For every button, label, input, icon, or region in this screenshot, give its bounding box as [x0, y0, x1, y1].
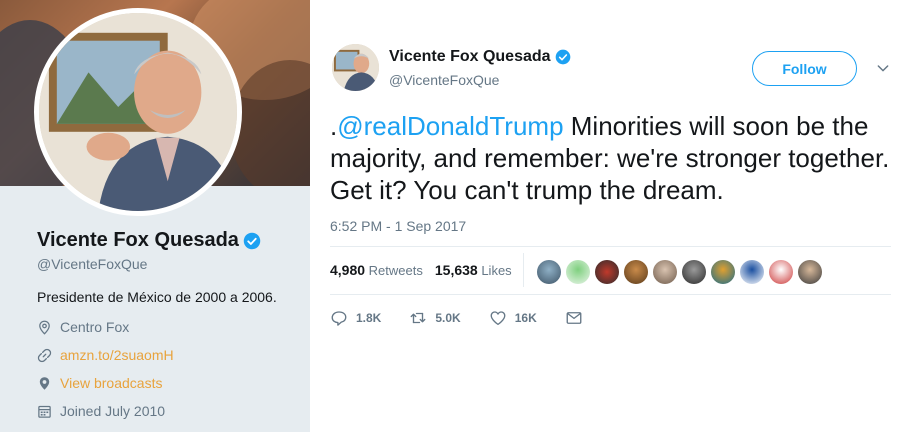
divider — [330, 246, 891, 247]
location-icon — [39, 320, 50, 335]
liker-avatars — [537, 260, 822, 284]
profile-joined: Joined July 2010 — [60, 403, 166, 419]
tweet-actions: 1.8K 5.0K 16K — [330, 309, 611, 327]
tweet-stats: 4,980 Retweets 15,638 Likes — [330, 262, 524, 278]
profile-location-row: Centro Fox — [37, 319, 129, 335]
tweet-text: .@realDonaldTrump Minorities will soon b… — [330, 110, 890, 206]
liker-avatar[interactable] — [537, 260, 561, 284]
profile-name-row: Vicente Fox Quesada — [37, 229, 261, 252]
liker-avatar[interactable] — [566, 260, 590, 284]
direct-message-button[interactable] — [565, 309, 583, 327]
calendar-icon — [38, 405, 51, 418]
reply-button[interactable]: 1.8K — [330, 309, 381, 327]
liker-avatar[interactable] — [740, 260, 764, 284]
liker-avatar[interactable] — [624, 260, 648, 284]
retweets-count: 4,980 — [330, 262, 366, 278]
profile-name[interactable]: Vicente Fox Quesada — [37, 229, 239, 252]
retweet-count: 5.0K — [435, 311, 461, 325]
tweet-timestamp[interactable]: 6:52 PM - 1 Sep 2017 — [330, 218, 466, 234]
liker-avatar[interactable] — [798, 260, 822, 284]
profile-card: Vicente Fox Quesada @VicenteFoxQue Presi… — [0, 0, 310, 432]
verified-icon — [243, 232, 261, 249]
liker-avatar[interactable] — [653, 260, 677, 284]
likes-stat[interactable]: 15,638 Likes — [435, 262, 512, 278]
reply-icon — [331, 311, 347, 326]
retweet-icon — [410, 312, 426, 324]
tweet-author-name-row: Vicente Fox Quesada — [389, 48, 571, 66]
divider — [330, 294, 891, 295]
liker-avatar[interactable] — [682, 260, 706, 284]
profile-joined-row: Joined July 2010 — [37, 403, 165, 419]
stats-separator — [523, 253, 524, 287]
liker-avatar[interactable] — [711, 260, 735, 284]
follow-button[interactable]: Follow — [752, 51, 857, 86]
profile-website-row: amzn.to/2suaomH — [37, 347, 174, 363]
message-icon — [566, 312, 582, 324]
broadcast-icon — [39, 376, 50, 390]
profile-location: Centro Fox — [60, 319, 130, 335]
profile-broadcasts-row: View broadcasts — [37, 375, 162, 391]
like-button[interactable]: 16K — [489, 309, 537, 327]
tweet-author-handle[interactable]: @VicenteFoxQue — [389, 72, 499, 88]
tweet-author-avatar[interactable] — [332, 44, 379, 91]
chevron-down-icon[interactable] — [875, 60, 891, 76]
view-broadcasts-link[interactable]: View broadcasts — [60, 375, 162, 391]
profile-bio: Presidente de México de 2000 a 2006. — [37, 289, 277, 305]
likes-count: 15,638 — [434, 262, 478, 278]
profile-avatar[interactable] — [34, 8, 242, 216]
liker-avatar[interactable] — [595, 260, 619, 284]
profile-handle[interactable]: @VicenteFoxQue — [37, 256, 147, 272]
retweets-stat[interactable]: 4,980 Retweets — [330, 262, 423, 278]
tweet-mention-link[interactable]: @realDonaldTrump — [337, 111, 563, 141]
like-icon — [490, 311, 506, 326]
reply-count: 1.8K — [356, 311, 382, 325]
retweet-button[interactable]: 5.0K — [409, 309, 461, 327]
profile-website-link[interactable]: amzn.to/2suaomH — [60, 347, 174, 363]
retweets-label: Retweets — [368, 263, 423, 278]
liker-avatar[interactable] — [769, 260, 793, 284]
verified-icon — [555, 49, 570, 65]
like-count: 16K — [514, 311, 537, 325]
likes-label: Likes — [481, 263, 512, 278]
link-icon — [37, 348, 52, 362]
tweet-author-name[interactable]: Vicente Fox Quesada — [389, 48, 551, 66]
tweet-detail: Vicente Fox Quesada @VicenteFoxQue Follo… — [330, 0, 910, 432]
